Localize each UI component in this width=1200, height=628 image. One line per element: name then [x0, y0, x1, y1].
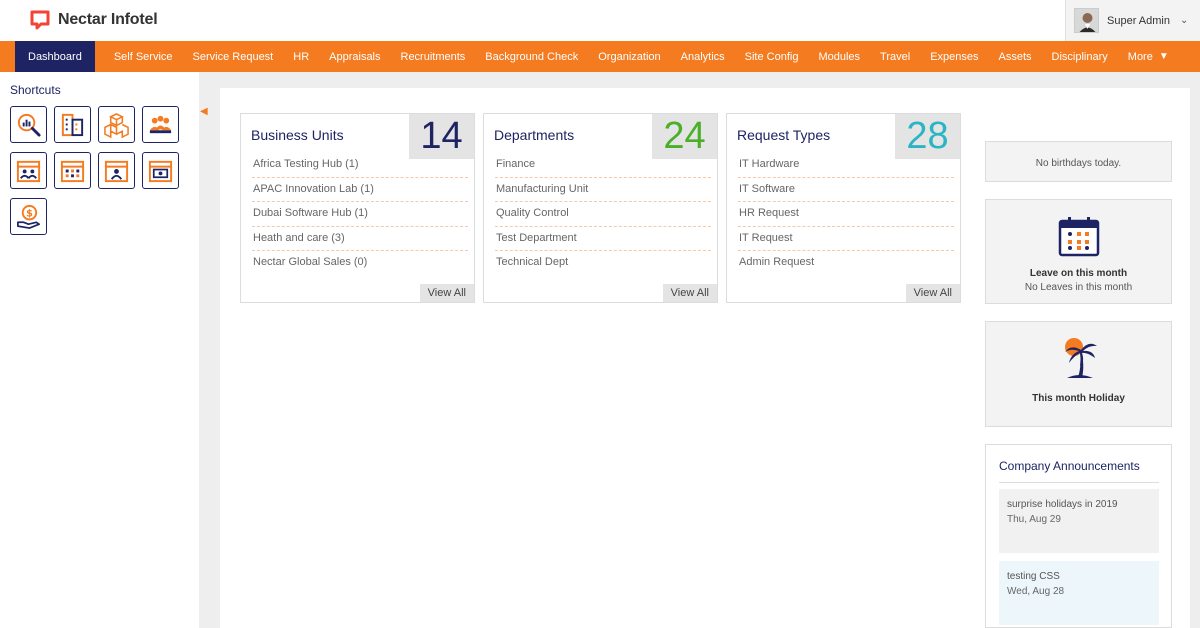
shortcut-calendar-people[interactable]: [10, 152, 47, 189]
card-list: IT Hardware IT Software HR Request IT Re…: [738, 153, 954, 276]
announcement-item[interactable]: surprise holidays in 2019 Thu, Aug 29: [999, 489, 1159, 553]
card-title: Request Types: [737, 127, 831, 143]
card-title: Departments: [494, 127, 575, 143]
shortcut-money-hand[interactable]: $: [10, 198, 47, 235]
boxes-icon: [104, 113, 129, 138]
shortcut-calendar-money[interactable]: [142, 152, 179, 189]
calendar-icon: [1058, 217, 1099, 257]
card-business-units: Business Units 14 Africa Testing Hub (1)…: [240, 113, 475, 303]
list-item[interactable]: Admin Request: [738, 251, 954, 276]
shortcuts-grid: $: [10, 106, 190, 235]
list-item[interactable]: HR Request: [738, 202, 954, 227]
list-item[interactable]: Test Department: [495, 227, 711, 251]
building-icon: [61, 113, 84, 137]
nav-item-more[interactable]: More ▼: [1118, 41, 1179, 72]
nav-item-dashboard[interactable]: Dashboard: [15, 41, 95, 72]
team-icon: [149, 115, 172, 134]
announcement-text: testing CSS: [1007, 571, 1060, 582]
birthdays-text: No birthdays today.: [1035, 158, 1122, 169]
view-all-button[interactable]: View All: [905, 284, 960, 302]
card-list: Africa Testing Hub (1) APAC Innovation L…: [252, 153, 468, 276]
list-item[interactable]: Nectar Global Sales (0): [252, 251, 468, 276]
birthdays-widget: No birthdays today.: [985, 141, 1172, 182]
logo-icon: [30, 10, 50, 30]
dashboard-main: Business Units 14 Africa Testing Hub (1)…: [220, 88, 1190, 628]
list-item[interactable]: Manufacturing Unit: [495, 178, 711, 202]
avatar: [1074, 8, 1099, 33]
nav-item-expenses[interactable]: Expenses: [920, 41, 988, 72]
list-item[interactable]: Quality Control: [495, 202, 711, 227]
card-list: Finance Manufacturing Unit Quality Contr…: [495, 153, 711, 276]
nav-item-modules[interactable]: Modules: [808, 41, 870, 72]
nav-item-background-check[interactable]: Background Check: [475, 41, 588, 72]
calendar-money-icon: [148, 160, 173, 183]
nav-item-service-request[interactable]: Service Request: [183, 41, 284, 72]
main-nav: Dashboard Self Service Service Request H…: [0, 41, 1200, 72]
shortcut-team[interactable]: [142, 106, 179, 143]
nav-item-hr[interactable]: HR: [283, 41, 319, 72]
nav-item-analytics[interactable]: Analytics: [671, 41, 735, 72]
shortcut-building[interactable]: [54, 106, 91, 143]
svg-text:$: $: [26, 209, 33, 220]
sidebar-collapse-icon[interactable]: ◀: [200, 106, 210, 120]
list-item[interactable]: IT Software: [738, 178, 954, 202]
search-analytics-icon: [17, 113, 41, 137]
shortcuts-sidebar: Shortcuts $: [0, 72, 199, 628]
list-item[interactable]: IT Request: [738, 227, 954, 251]
announcements-widget: Company Announcements surprise holidays …: [985, 444, 1172, 628]
shortcut-calendar-person[interactable]: [98, 152, 135, 189]
announcements-title: Company Announcements: [999, 459, 1140, 473]
nav-more-label: More: [1127, 50, 1153, 63]
palm-tree-icon: [1064, 338, 1097, 378]
leave-widget: Leave on this month No Leaves in this mo…: [985, 199, 1172, 304]
money-hand-icon: $: [17, 204, 40, 229]
nav-item-assets[interactable]: Assets: [989, 41, 1042, 72]
nav-item-disciplinary[interactable]: Disciplinary: [1042, 41, 1118, 72]
nav-item-self-service[interactable]: Self Service: [104, 41, 183, 72]
holiday-widget: This month Holiday: [985, 321, 1172, 427]
announcement-text: surprise holidays in 2019: [1007, 499, 1118, 510]
list-item[interactable]: Technical Dept: [495, 251, 711, 276]
list-item[interactable]: Africa Testing Hub (1): [252, 153, 468, 178]
divider: [999, 482, 1159, 483]
announcement-date: Wed, Aug 28: [1007, 586, 1065, 597]
nav-item-organization[interactable]: Organization: [588, 41, 670, 72]
shortcuts-title: Shortcuts: [10, 83, 61, 97]
list-item[interactable]: IT Hardware: [738, 153, 954, 178]
brand-logo[interactable]: Nectar Infotel: [29, 9, 158, 31]
announcement-date: Thu, Aug 29: [1007, 514, 1061, 525]
list-item[interactable]: APAC Innovation Lab (1): [252, 178, 468, 202]
calendar-people-icon: [16, 160, 41, 183]
user-name: Super Admin: [1107, 14, 1170, 27]
leave-subtitle: No Leaves in this month: [1024, 282, 1133, 293]
shortcut-calendar-grid[interactable]: [54, 152, 91, 189]
user-menu[interactable]: Super Admin ⌄: [1065, 0, 1200, 41]
top-header: Nectar Infotel Super Admin ⌄: [0, 0, 1200, 41]
chevron-down-icon: ⌄: [1179, 15, 1189, 26]
list-item[interactable]: Dubai Software Hub (1): [252, 202, 468, 227]
nav-item-site-config[interactable]: Site Config: [735, 41, 809, 72]
nav-item-recruitments[interactable]: Recruitments: [391, 41, 476, 72]
leave-title: Leave on this month: [1029, 268, 1128, 279]
card-title: Business Units: [251, 127, 344, 143]
list-item[interactable]: Finance: [495, 153, 711, 178]
brand-name: Nectar Infotel: [58, 11, 158, 28]
shortcut-search-analytics[interactable]: [10, 106, 47, 143]
caret-down-icon: ▼: [1158, 51, 1169, 62]
holiday-title: This month Holiday: [1032, 393, 1125, 404]
view-all-button[interactable]: View All: [662, 284, 717, 302]
nav-item-appraisals[interactable]: Appraisals: [319, 41, 390, 72]
shortcut-boxes[interactable]: [98, 106, 135, 143]
card-departments: Departments 24 Finance Manufacturing Uni…: [483, 113, 718, 303]
nav-item-travel[interactable]: Travel: [870, 41, 920, 72]
list-item[interactable]: Heath and care (3): [252, 227, 468, 251]
card-request-types: Request Types 28 IT Hardware IT Software…: [726, 113, 961, 303]
announcement-item[interactable]: testing CSS Wed, Aug 28: [999, 561, 1159, 625]
view-all-button[interactable]: View All: [419, 284, 474, 302]
calendar-grid-icon: [60, 160, 85, 183]
calendar-person-icon: [104, 160, 129, 183]
